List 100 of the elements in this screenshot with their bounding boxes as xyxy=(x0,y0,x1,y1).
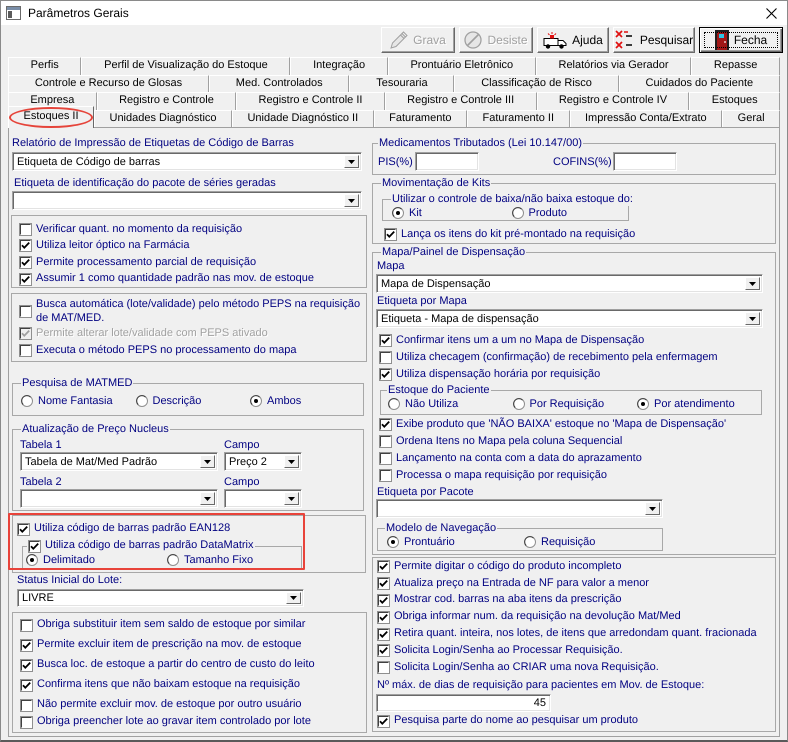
checkbox[interactable] xyxy=(379,452,392,465)
text-field[interactable] xyxy=(613,152,677,171)
radio-label: Kit xyxy=(409,207,422,219)
dropdown-button[interactable] xyxy=(284,455,299,468)
tab[interactable]: Impressão Conta/Extrato xyxy=(570,110,722,127)
radio-button[interactable] xyxy=(637,398,649,410)
checkbox-label: Utiliza dispensação horária por requisição xyxy=(396,368,600,382)
text-field[interactable]: 45 xyxy=(376,694,551,712)
tab[interactable]: Unidades Diagnóstico xyxy=(94,110,232,127)
checkbox[interactable] xyxy=(20,678,33,692)
dropdown-button[interactable] xyxy=(284,492,299,505)
checkbox[interactable] xyxy=(377,610,390,624)
tab[interactable]: Med. Controlados xyxy=(208,75,350,92)
tab[interactable]: Tesouraria xyxy=(349,75,454,92)
dropdown[interactable] xyxy=(20,489,218,508)
checkbox[interactable] xyxy=(379,435,392,448)
tab[interactable]: Integração xyxy=(290,57,388,75)
dropdown[interactable]: Tabela de Mat/Med Padrão xyxy=(20,452,218,471)
radio-button[interactable] xyxy=(387,536,399,548)
checkbox[interactable] xyxy=(379,334,392,347)
radio-label: Prontuário xyxy=(404,536,455,548)
checkbox[interactable] xyxy=(19,344,32,357)
tab[interactable]: Estoques II xyxy=(8,106,94,128)
radio-button[interactable] xyxy=(26,554,38,566)
tab[interactable]: Classificação de Risco xyxy=(454,75,619,92)
help-button[interactable]: Ajuda xyxy=(537,27,609,53)
checkbox[interactable] xyxy=(20,658,33,672)
radio-button[interactable] xyxy=(512,207,524,219)
radio-button[interactable] xyxy=(250,395,262,407)
dropdown-button[interactable] xyxy=(745,277,760,290)
checkbox[interactable] xyxy=(379,368,392,381)
search-button[interactable]: Pesquisar xyxy=(613,27,695,53)
tab[interactable]: Faturamento xyxy=(374,110,467,127)
dropdown[interactable] xyxy=(12,191,362,210)
dropdown[interactable] xyxy=(224,489,302,508)
checkbox[interactable] xyxy=(20,698,33,712)
checkbox[interactable] xyxy=(377,661,390,674)
checkbox[interactable] xyxy=(19,305,32,318)
tab[interactable]: Repasse xyxy=(691,57,780,75)
dropdown-button[interactable] xyxy=(645,502,660,515)
checkbox[interactable] xyxy=(377,560,390,573)
tab[interactable]: Perfil de Visualização do Estoque xyxy=(81,57,290,75)
radio-button[interactable] xyxy=(512,398,524,410)
tab[interactable]: Relatórios via Gerador xyxy=(536,57,692,75)
field-label: Tabela 2 xyxy=(20,475,62,489)
tab[interactable]: Faturamento II xyxy=(467,110,570,127)
close-icon[interactable] xyxy=(766,8,777,18)
dropdown[interactable]: Preço 2 xyxy=(224,452,302,471)
checkbox[interactable] xyxy=(17,522,30,536)
radio-button[interactable] xyxy=(388,398,400,410)
tab[interactable]: Controle e Recurso de Glosas xyxy=(8,75,209,92)
caret-down-icon xyxy=(204,460,211,464)
tab[interactable]: Perfis xyxy=(8,57,82,75)
checkbox[interactable] xyxy=(20,638,33,652)
checkbox[interactable] xyxy=(379,351,392,364)
dropdown-button[interactable] xyxy=(344,194,359,207)
close-button[interactable]: Fecha xyxy=(699,27,783,53)
radio-button[interactable] xyxy=(21,395,33,407)
dropdown[interactable]: Etiqueta de Código de barras xyxy=(12,152,362,171)
checkbox[interactable] xyxy=(20,618,33,632)
checkbox[interactable] xyxy=(377,628,390,640)
checkbox[interactable] xyxy=(377,644,390,658)
radio-button[interactable] xyxy=(136,395,148,407)
dropdown[interactable]: Mapa de Dispensação xyxy=(376,274,763,293)
checkbox[interactable] xyxy=(377,714,390,728)
checkbox-label: Lançamento na conta com a data do aprazamento xyxy=(396,452,642,466)
tab[interactable]: Estoques xyxy=(689,92,780,110)
tab[interactable]: Prontuário Eletrônico xyxy=(388,57,536,75)
checkbox[interactable] xyxy=(377,576,390,590)
checkbox[interactable] xyxy=(384,228,397,241)
checkbox[interactable] xyxy=(19,272,32,286)
tab[interactable]: Unidade Diagnóstico II xyxy=(232,110,374,127)
text-field[interactable] xyxy=(415,152,479,171)
tab[interactable]: Geral xyxy=(722,110,780,127)
checkbox[interactable] xyxy=(19,222,32,236)
dropdown[interactable]: Etiqueta - Mapa de dispensação xyxy=(376,309,763,328)
dropdown-button[interactable] xyxy=(745,312,760,325)
dropdown-button[interactable] xyxy=(286,592,301,604)
dropdown-button[interactable] xyxy=(200,455,215,468)
checkbox[interactable] xyxy=(19,239,32,252)
tab[interactable]: Cuidados do Paciente xyxy=(618,75,780,92)
tab[interactable]: Registro e Controle II xyxy=(236,92,385,110)
dropdown[interactable] xyxy=(376,499,663,518)
radio-button[interactable] xyxy=(167,554,179,566)
radio-label: Delimitado xyxy=(43,554,95,566)
tab[interactable]: Registro e Controle III xyxy=(384,92,536,110)
dropdown[interactable]: LIVRE xyxy=(17,589,304,607)
checkbox[interactable] xyxy=(379,469,392,482)
checkbox[interactable] xyxy=(379,418,392,431)
tab[interactable]: Registro e Controle xyxy=(96,92,236,110)
checkbox[interactable] xyxy=(20,716,33,728)
tab[interactable]: Registro e Controle IV xyxy=(536,92,690,110)
dropdown-button[interactable] xyxy=(344,155,359,168)
checkbox[interactable] xyxy=(377,594,390,607)
checkbox[interactable] xyxy=(28,540,41,552)
checkbox-label: Utiliza código de barras padrão DataMatrix xyxy=(45,539,254,553)
radio-button[interactable] xyxy=(524,536,536,548)
checkbox[interactable] xyxy=(19,256,32,269)
dropdown-button[interactable] xyxy=(200,492,215,505)
radio-button[interactable] xyxy=(392,207,404,219)
